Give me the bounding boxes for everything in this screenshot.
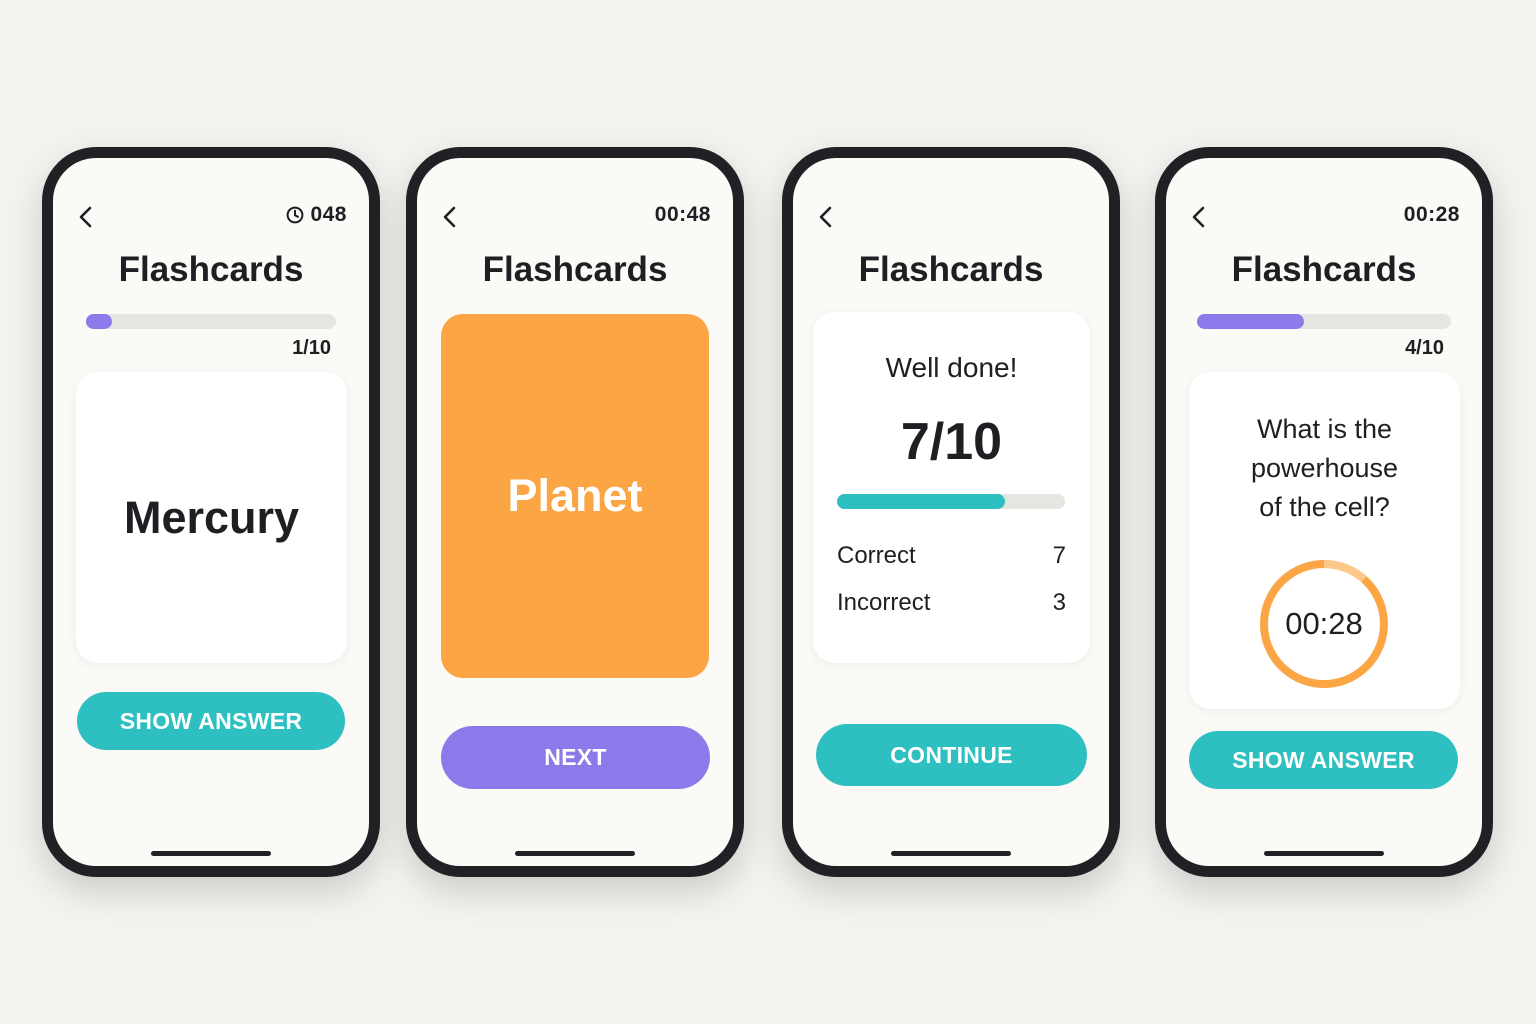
phone-screen-4: 00:28 Flashcards 4/10 What is the powerh… bbox=[1155, 147, 1493, 877]
timer: 00:28 bbox=[1404, 203, 1460, 227]
flashcard[interactable]: Mercury bbox=[76, 372, 347, 663]
page-title: Flashcards bbox=[482, 250, 668, 289]
back-arrow-icon[interactable] bbox=[817, 204, 835, 230]
page-title: Flashcards bbox=[858, 250, 1044, 289]
stat-row-incorrect: Incorrect 3 bbox=[837, 589, 1066, 617]
question-line: of the cell? bbox=[1259, 492, 1390, 522]
progress-fill bbox=[86, 314, 113, 329]
result-heading: Well done! bbox=[885, 352, 1018, 383]
phone-screen-1: 048 Flashcards 1/10 Mercury SHOW ANSWER bbox=[42, 147, 380, 877]
back-arrow-icon[interactable] bbox=[77, 204, 95, 230]
card-answer: Planet bbox=[507, 470, 643, 521]
timer: 00:48 bbox=[655, 203, 711, 227]
card-counter: 4/10 bbox=[1405, 337, 1444, 359]
back-arrow-icon[interactable] bbox=[441, 204, 459, 230]
timer-value: 048 bbox=[310, 203, 347, 226]
page-title: Flashcards bbox=[118, 250, 304, 289]
timer-value: 00:48 bbox=[654, 203, 711, 226]
progress-fill bbox=[1197, 314, 1304, 329]
back-arrow-icon[interactable] bbox=[1190, 204, 1208, 230]
stat-label: Incorrect bbox=[837, 589, 931, 616]
page-title: Flashcards bbox=[1231, 250, 1417, 289]
home-indicator bbox=[151, 851, 271, 856]
timer: 048 bbox=[286, 203, 347, 227]
stat-value: 3 bbox=[1052, 589, 1066, 616]
flashcard-flipped[interactable]: Planet bbox=[441, 314, 709, 678]
score-progress-bar bbox=[837, 494, 1065, 509]
countdown-ring: 00:28 bbox=[1258, 558, 1390, 690]
question-card[interactable]: What is the powerhouse of the cell? 00:2… bbox=[1189, 372, 1460, 709]
phone-screen-3: Flashcards Well done! 7/10 Correct 7 Inc… bbox=[782, 147, 1120, 877]
score: 7/10 bbox=[900, 413, 1003, 471]
show-answer-button[interactable]: SHOW ANSWER bbox=[77, 692, 345, 750]
stat-value: 7 bbox=[1052, 542, 1066, 569]
score-progress-fill bbox=[837, 494, 1005, 509]
clock-icon bbox=[286, 206, 304, 224]
stat-row-correct: Correct 7 bbox=[837, 542, 1066, 570]
home-indicator bbox=[1264, 851, 1384, 856]
home-indicator bbox=[891, 851, 1011, 856]
home-indicator bbox=[515, 851, 635, 856]
card-term: Mercury bbox=[123, 491, 300, 543]
show-answer-button[interactable]: SHOW ANSWER bbox=[1189, 731, 1458, 789]
progress-bar bbox=[86, 314, 336, 329]
continue-button[interactable]: CONTINUE bbox=[816, 724, 1087, 786]
stat-label: Correct bbox=[837, 542, 916, 569]
question-line: What is the bbox=[1256, 414, 1393, 444]
card-counter: 1/10 bbox=[292, 337, 331, 359]
question-text: What is the powerhouse of the cell? bbox=[1189, 410, 1460, 527]
results-card: Well done! 7/10 Correct 7 Incorrect 3 bbox=[813, 312, 1090, 663]
question-line: powerhouse bbox=[1250, 453, 1399, 483]
timer-value: 00:28 bbox=[1403, 203, 1460, 226]
next-button[interactable]: NEXT bbox=[441, 726, 710, 789]
progress-bar bbox=[1197, 314, 1451, 329]
countdown-text: 00:28 bbox=[1285, 606, 1363, 641]
phone-screen-2: 00:48 Flashcards Planet NEXT bbox=[406, 147, 744, 877]
